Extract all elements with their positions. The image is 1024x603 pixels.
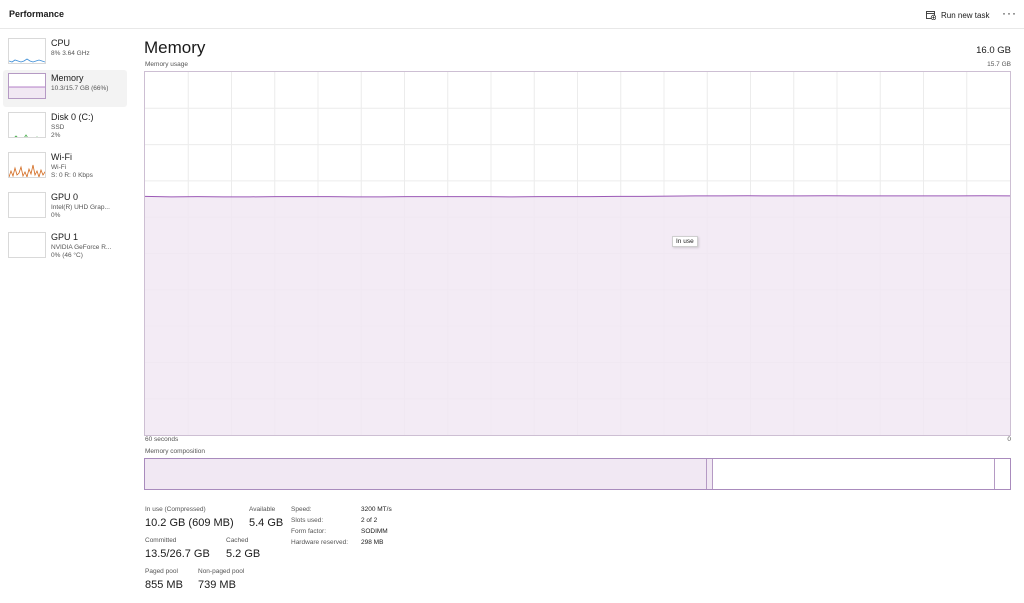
speed-label: Speed:	[291, 506, 312, 513]
total-memory: 16.0 GB	[976, 45, 1011, 56]
run-new-task-button[interactable]: Run new task	[926, 8, 989, 22]
sidebar-item-title: Disk 0 (C:)	[51, 112, 94, 122]
composition-standby-segment[interactable]	[713, 459, 995, 489]
non-paged-pool-label: Non-paged pool	[198, 568, 245, 575]
graph-label: Memory usage	[145, 61, 188, 68]
paged-pool-value: 855 MB	[145, 579, 183, 591]
sidebar-item-memory[interactable]: Memory 10.3/15.7 GB (66%)	[3, 70, 127, 107]
sidebar-item-title: GPU 1	[51, 232, 79, 242]
sidebar-item-wifi[interactable]: Wi-Fi Wi-Fi S: 0 R: 0 Kbps	[3, 149, 127, 186]
cached-label: Cached	[226, 537, 249, 544]
memory-heading: Memory	[144, 38, 206, 57]
sidebar-item-subtitle: 8% 3.64 GHz	[51, 50, 90, 57]
title-bar: Performance Run new task ···	[0, 0, 1024, 29]
sidebar-item-subtitle: S: 0 R: 0 Kbps	[51, 172, 93, 179]
gpu0-thumbnail-graph	[8, 192, 46, 218]
speed-value: 3200 MT/s	[361, 506, 392, 513]
sidebar-item-gpu0[interactable]: GPU 0 Intel(R) UHD Grap... 0%	[3, 189, 127, 226]
sidebar-item-title: GPU 0	[51, 192, 79, 202]
committed-label: Committed	[145, 537, 177, 544]
gpu1-thumbnail-graph	[8, 232, 46, 258]
sidebar-item-subtitle: 10.3/15.7 GB (66%)	[51, 85, 109, 92]
sidebar-item-title: Wi-Fi	[51, 152, 72, 162]
form-factor-value: SODIMM	[361, 528, 388, 535]
sidebar-item-title: Memory	[51, 73, 84, 83]
committed-value: 13.5/26.7 GB	[145, 548, 210, 560]
memory-usage-chart	[145, 72, 1010, 435]
sidebar-item-subtitle: NVIDIA GeForce R...	[51, 244, 112, 251]
sidebar-item-subtitle: Wi-Fi	[51, 164, 67, 171]
hardware-reserved-value: 298 MB	[361, 539, 384, 546]
composition-label: Memory composition	[145, 448, 205, 455]
memory-usage-graph	[144, 71, 1011, 436]
sidebar-item-disk[interactable]: Disk 0 (C:) SSD 2%	[3, 109, 127, 146]
sidebar-item-subtitle: 0%	[51, 212, 61, 219]
wifi-thumbnail-graph	[8, 152, 46, 178]
sidebar-item-subtitle: 2%	[51, 132, 61, 139]
run-task-icon	[926, 10, 937, 21]
form-factor-label: Form factor:	[291, 528, 327, 535]
paged-pool-label: Paged pool	[145, 568, 178, 575]
composition-in-use-segment[interactable]	[145, 459, 707, 489]
sidebar-item-title: CPU	[51, 38, 71, 48]
in-use-value: 10.2 GB (609 MB)	[145, 517, 234, 529]
non-paged-pool-value: 739 MB	[198, 579, 236, 591]
in-use-area	[145, 195, 1010, 435]
sidebar-item-gpu1[interactable]: GPU 1 NVIDIA GeForce R... 0% (46 °C)	[3, 229, 127, 266]
in-use-tooltip: In use	[672, 236, 698, 247]
page-title: Performance	[9, 9, 65, 19]
x-axis-start-label: 60 seconds	[145, 436, 179, 443]
x-axis-end-label: 0	[1007, 436, 1011, 443]
memory-thumbnail-graph	[8, 73, 46, 99]
disk-thumbnail-graph	[8, 112, 46, 138]
available-value: 5.4 GB	[249, 517, 284, 529]
slots-used-label: Slots used:	[291, 517, 324, 524]
in-use-label: In use (Compressed)	[145, 506, 206, 513]
sidebar-item-subtitle: Intel(R) UHD Grap...	[51, 204, 110, 211]
slots-used-value: 2 of 2	[361, 517, 378, 524]
available-label: Available	[249, 506, 276, 513]
memory-composition-bar[interactable]	[144, 458, 1011, 490]
cpu-thumbnail-graph	[8, 38, 46, 64]
hardware-reserved-label: Hardware reserved:	[291, 539, 349, 546]
more-options-icon[interactable]: ···	[1002, 6, 1017, 20]
run-new-task-label: Run new task	[941, 10, 990, 20]
cached-value: 5.2 GB	[226, 548, 261, 560]
graph-max-value: 15.7 GB	[987, 61, 1011, 68]
sidebar-item-cpu[interactable]: CPU 8% 3.64 GHz	[3, 35, 127, 72]
sidebar-item-subtitle: SSD	[51, 124, 65, 131]
composition-free-segment[interactable]	[995, 459, 1010, 489]
sidebar-item-subtitle: 0% (46 °C)	[51, 252, 83, 259]
